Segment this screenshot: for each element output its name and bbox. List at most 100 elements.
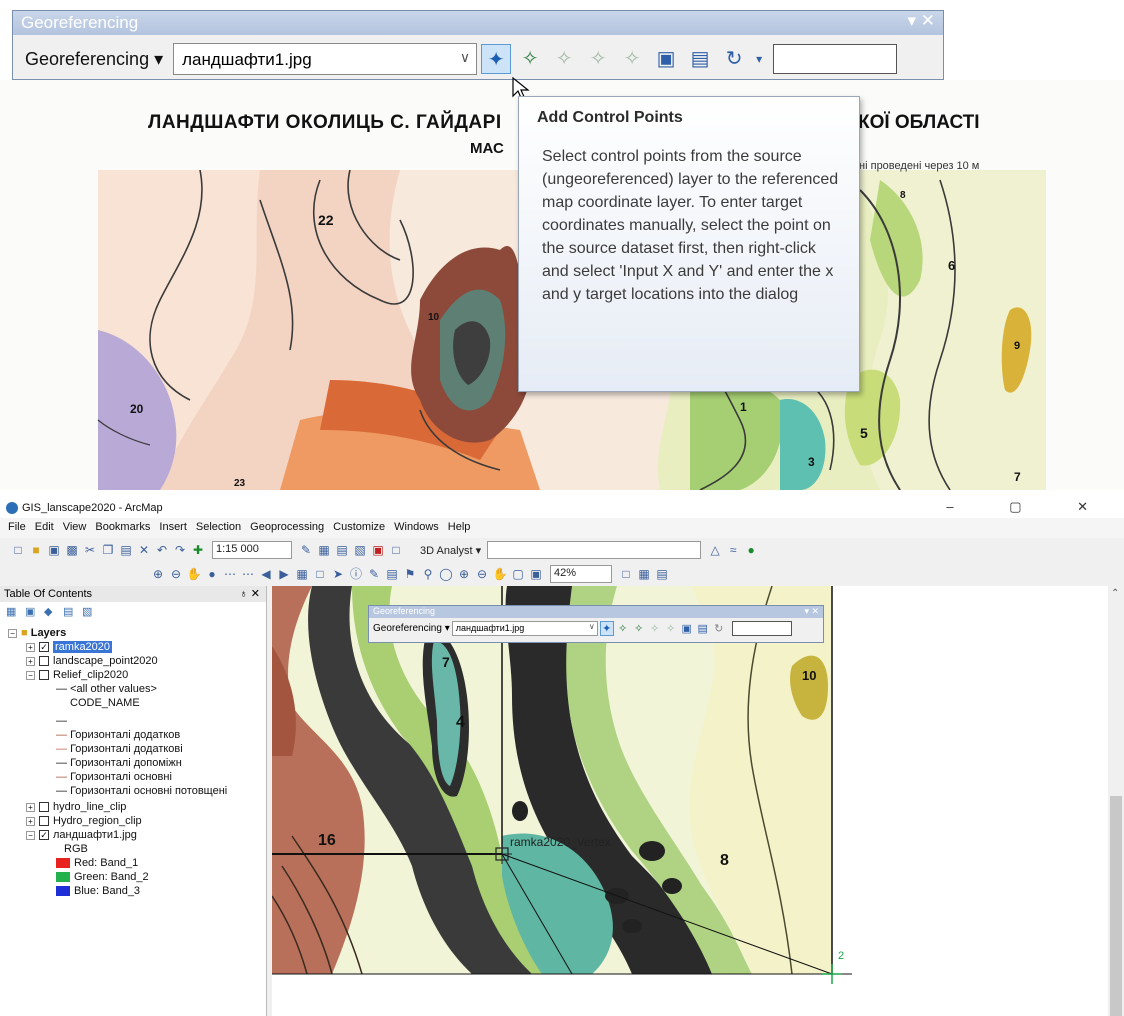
map-view[interactable]: 4 16 8 2 10 7 ⌃	[272, 586, 1124, 1016]
delete-link-icon[interactable]: ✧	[617, 44, 647, 74]
menu-help[interactable]: Help	[448, 521, 471, 535]
delete-icon[interactable]: ✕	[136, 542, 152, 558]
select-elements-icon[interactable]: ➤	[330, 566, 346, 582]
catalog-icon[interactable]: ▤	[334, 542, 350, 558]
pan-icon[interactable]: ✋	[186, 566, 202, 582]
layer-combo[interactable]: ландшафти1.jpg ∨	[451, 621, 598, 636]
fixed-zoom-out-icon[interactable]: ⋯	[240, 566, 256, 582]
viewer-icon[interactable]: ▣	[651, 44, 681, 74]
3d-analyst-layer-combo[interactable]	[487, 541, 702, 559]
delete-link-icon[interactable]: ✧	[664, 622, 678, 635]
link-table-icon[interactable]: ▤	[696, 622, 710, 635]
layout-zoom-out-icon[interactable]: ⊖	[474, 566, 490, 582]
add-data-icon[interactable]: ✚	[190, 542, 206, 558]
layout-pan-icon[interactable]: ✋	[492, 566, 508, 582]
toolbox-icon[interactable]: ▣	[370, 542, 386, 558]
vertical-scrollbar[interactable]: ⌃	[1108, 586, 1124, 1016]
menu-edit[interactable]: Edit	[35, 521, 54, 535]
toc-layer-ramka2020[interactable]: + ✓ ramka2020	[26, 640, 113, 654]
list-by-visibility-icon[interactable]: ◆	[44, 605, 58, 619]
layer-combo[interactable]: ландшафти1.jpg ∨	[173, 43, 478, 75]
redo-icon[interactable]: ↷	[172, 542, 188, 558]
back-icon[interactable]: ◀	[258, 566, 274, 582]
georeferencing-dropdown[interactable]: Georeferencing ▾	[19, 49, 169, 70]
zoom-out-icon[interactable]: ⊖	[168, 566, 184, 582]
layout-zoom-combo[interactable]: 42%	[550, 565, 612, 583]
rotate-angle-input[interactable]	[773, 44, 898, 74]
zoom-to-link-icon[interactable]: ✧	[648, 622, 662, 635]
zoom-in-icon[interactable]: ⊕	[150, 566, 166, 582]
search-window-icon[interactable]: ▧	[352, 542, 368, 558]
rotate-icon[interactable]: ↻	[712, 622, 726, 635]
list-by-selection-icon[interactable]: ▤	[63, 605, 77, 619]
clear-selection-icon[interactable]: □	[312, 566, 328, 582]
georeferencing-dropdown[interactable]: Georeferencing ▾	[373, 623, 450, 634]
menu-view[interactable]: View	[63, 521, 87, 535]
select-link-icon[interactable]: ✧	[549, 44, 579, 74]
zoom-whole-page-icon[interactable]: ▢	[510, 566, 526, 582]
menu-windows[interactable]: Windows	[394, 521, 439, 535]
change-layout-icon[interactable]: ▤	[654, 566, 670, 582]
cut-icon[interactable]: ✂	[82, 542, 98, 558]
link-table-icon[interactable]: ▤	[685, 44, 715, 74]
toc-layer-landshafty-jpg[interactable]: − ✓ ландшафти1.jpg	[26, 828, 137, 842]
chevron-down-icon[interactable]: ∨	[460, 49, 470, 66]
go-to-xy-icon[interactable]: ⚲	[420, 566, 436, 582]
toc-layer-relief-clip[interactable]: − Relief_clip2020	[26, 668, 128, 682]
toc-pin-close[interactable]: ♁ ✕	[239, 587, 260, 600]
3d-analyst-dropdown[interactable]: 3D Analyst ▾	[420, 544, 481, 557]
python-icon[interactable]: □	[388, 542, 404, 558]
list-by-source-icon[interactable]: ▣	[25, 605, 39, 619]
scale-input[interactable]: 1:15 000	[212, 541, 292, 559]
zoom-to-link-icon[interactable]: ✧	[583, 44, 613, 74]
menu-selection[interactable]: Selection	[196, 521, 241, 535]
identify-icon[interactable]: ⓘ	[348, 566, 364, 582]
copy-icon[interactable]: ❐	[100, 542, 116, 558]
rotate-icon[interactable]: ↻	[719, 44, 749, 74]
toolbar-window-controls[interactable]: ▾ ✕	[804, 606, 819, 617]
toc-layers-group[interactable]: − ■ Layers	[8, 626, 66, 640]
list-by-drawing-order-icon[interactable]: ▦	[6, 605, 20, 619]
auto-registration-icon[interactable]: ✧	[515, 44, 545, 74]
3d-analyst-tool-icon[interactable]: △	[707, 542, 723, 558]
html-popup-icon[interactable]: ✎	[366, 566, 382, 582]
rotate-dropdown-icon[interactable]: ▾	[753, 44, 765, 74]
viewer-icon[interactable]: ▣	[680, 622, 694, 635]
toggle-draft-icon[interactable]: □	[618, 566, 634, 582]
rotate-angle-input[interactable]	[731, 621, 792, 636]
menu-geoprocessing[interactable]: Geoprocessing	[250, 521, 324, 535]
toc-layer-hydro-region[interactable]: + Hydro_region_clip	[26, 814, 142, 828]
print-icon[interactable]: ▩	[64, 542, 80, 558]
open-icon[interactable]: ■	[28, 542, 44, 558]
toolbar-window-controls[interactable]: ▾ ✕	[907, 11, 935, 31]
find-icon[interactable]: ⚑	[402, 566, 418, 582]
menu-bookmarks[interactable]: Bookmarks	[95, 521, 150, 535]
window-titlebar[interactable]: GIS_lanscape2020 - ArcMap – ▢ ✕	[0, 498, 1124, 518]
save-icon[interactable]: ▣	[46, 542, 62, 558]
fixed-zoom-in-icon[interactable]: ⋯	[222, 566, 238, 582]
globe-tool-icon[interactable]: ●	[743, 542, 759, 558]
scrollbar-thumb[interactable]	[1110, 796, 1122, 1016]
select-features-icon[interactable]: ▦	[294, 566, 310, 582]
scroll-up-icon[interactable]: ⌃	[1111, 588, 1119, 599]
undo-icon[interactable]: ↶	[154, 542, 170, 558]
focus-frame-icon[interactable]: ▦	[636, 566, 652, 582]
menu-customize[interactable]: Customize	[333, 521, 385, 535]
editor-icon[interactable]: ✎	[298, 542, 314, 558]
chevron-down-icon[interactable]: ∨	[589, 622, 595, 631]
layout-zoom-in-icon[interactable]: ⊕	[456, 566, 472, 582]
full-extent-icon[interactable]: ●	[204, 566, 220, 582]
add-control-points-icon[interactable]: ✦	[481, 44, 512, 74]
zoom-100-icon[interactable]: ▣	[528, 566, 544, 582]
add-control-points-icon[interactable]: ✦	[599, 621, 614, 636]
time-slider-icon[interactable]: ◯	[438, 566, 454, 582]
contour-icon[interactable]: ≈	[725, 542, 741, 558]
table-icon[interactable]: ▦	[316, 542, 332, 558]
menu-insert[interactable]: Insert	[159, 521, 187, 535]
window-controls[interactable]: – ▢ ✕	[946, 499, 1114, 515]
auto-registration-icon[interactable]: ✧	[616, 622, 630, 635]
toc-layer-landscape-point[interactable]: + landscape_point2020	[26, 654, 158, 668]
new-icon[interactable]: □	[10, 542, 26, 558]
measure-icon[interactable]: ▤	[384, 566, 400, 582]
toc-options-icon[interactable]: ▧	[82, 605, 96, 619]
